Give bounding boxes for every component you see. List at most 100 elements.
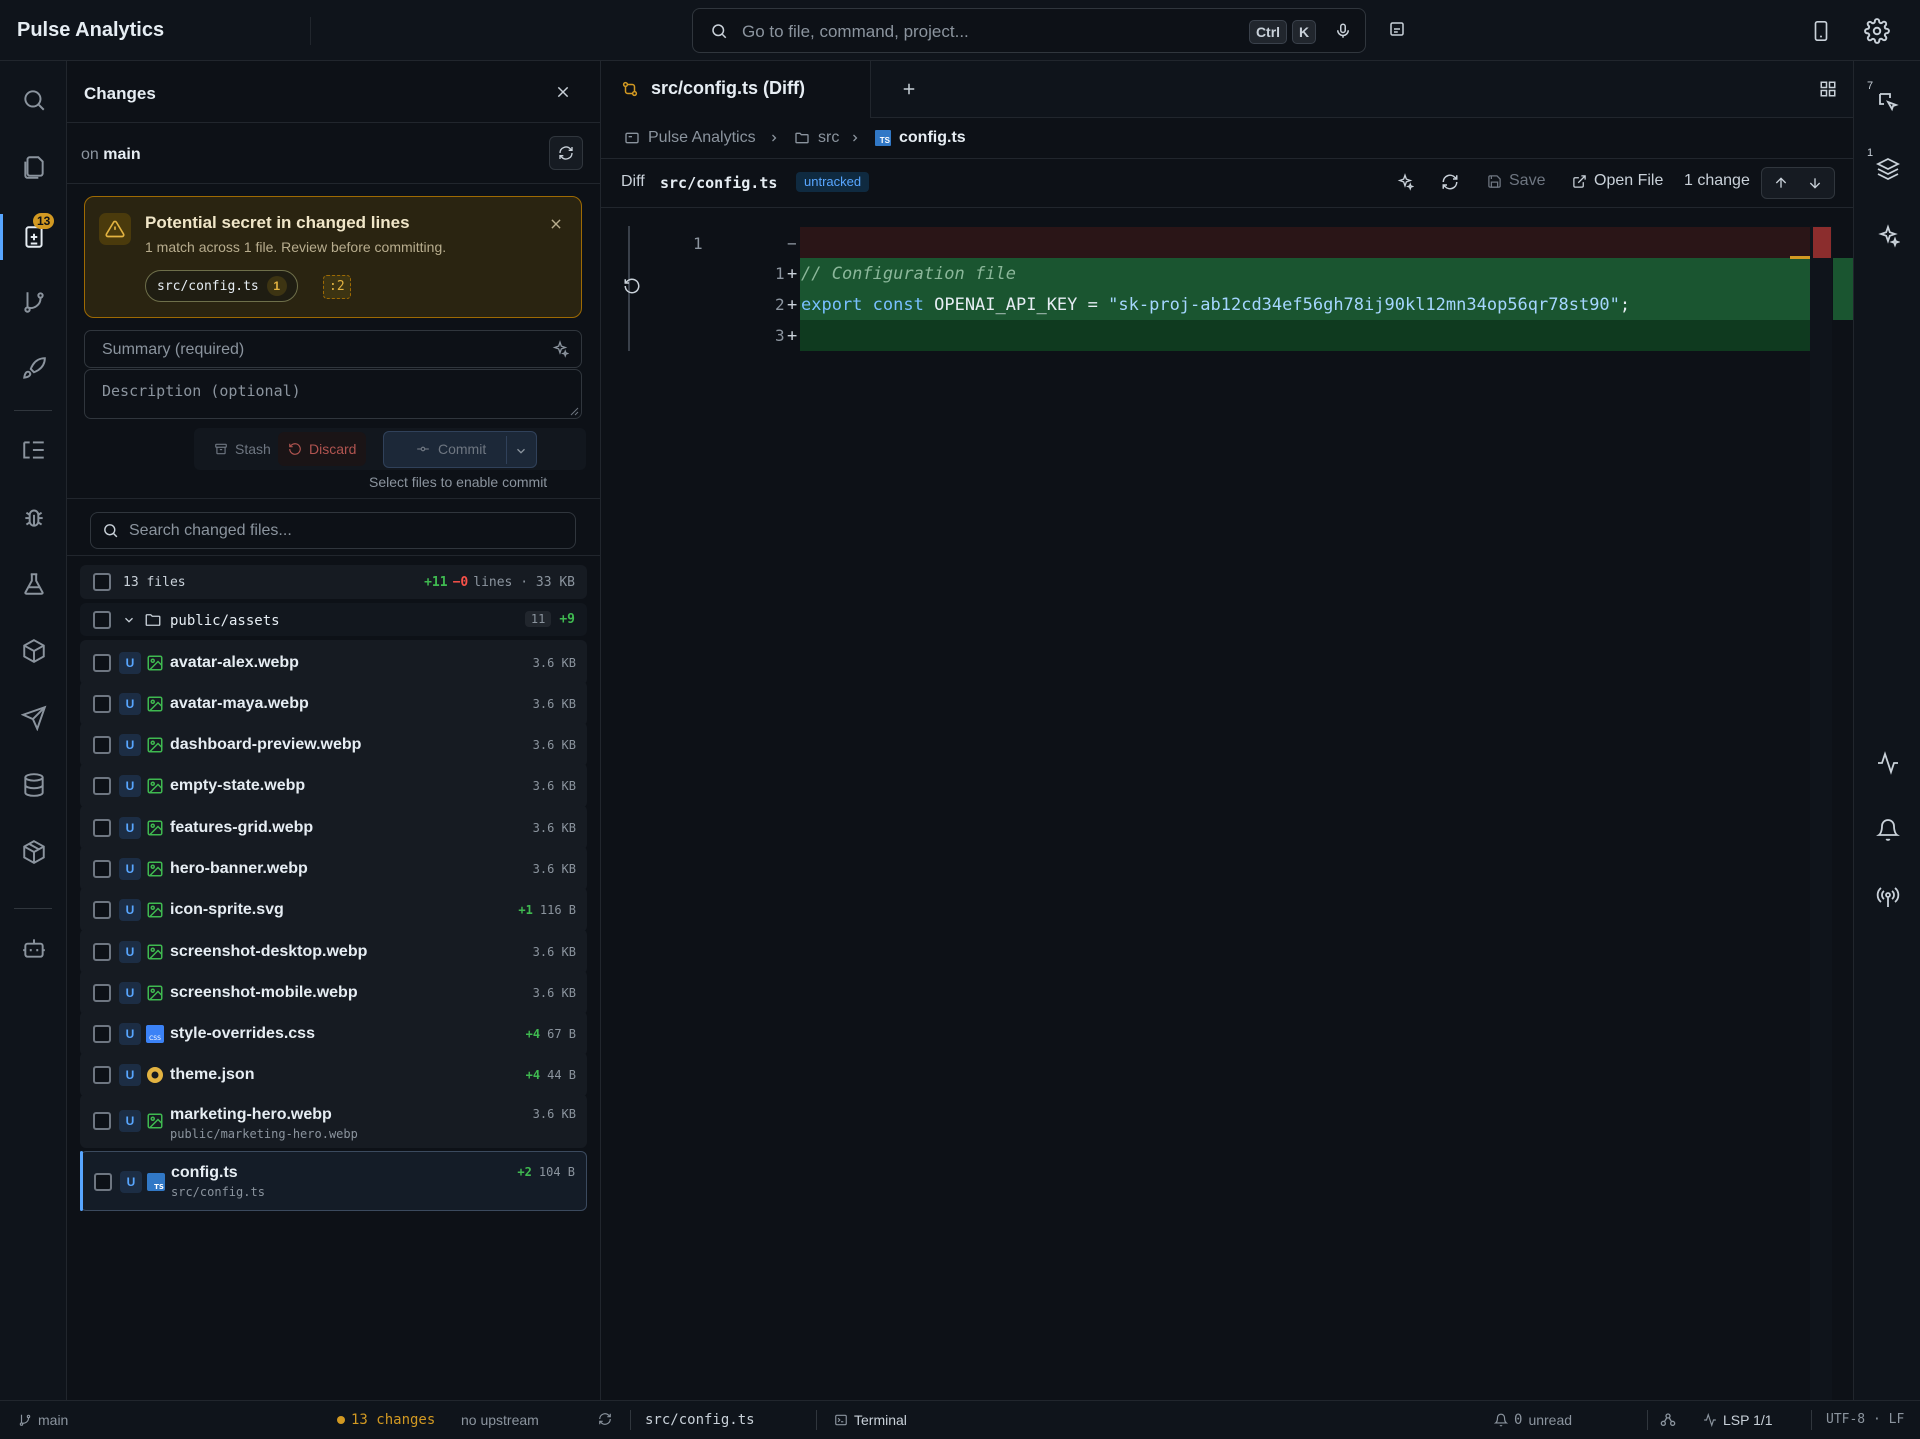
git-branch-icon[interactable] (18, 286, 50, 318)
file-row[interactable]: Uscreenshot-mobile.webp 3.6 KB (80, 970, 587, 1015)
plus-icon[interactable] (900, 80, 918, 98)
breadcrumb-project[interactable]: Pulse Analytics (624, 129, 756, 147)
chevron-right-icon (849, 132, 861, 144)
bug-icon[interactable] (18, 501, 50, 533)
file-row[interactable]: U TS config.ts src/config.ts +2 104 B (80, 1151, 587, 1211)
status-branch[interactable]: main (18, 1412, 68, 1428)
bell-icon[interactable] (1872, 814, 1904, 846)
file-checkbox[interactable] (93, 1025, 111, 1043)
send-icon[interactable] (18, 702, 50, 734)
typescript-file-icon: TS (875, 130, 891, 146)
file-row[interactable]: Uempty-state.webp 3.6 KB (80, 763, 587, 808)
tab-diff[interactable]: src/config.ts (Diff) (601, 61, 871, 118)
external-link-icon (1573, 174, 1586, 188)
preview-panel-icon[interactable] (1388, 20, 1406, 38)
mobile-device-icon[interactable] (1810, 18, 1832, 44)
summary-input[interactable]: Summary (required) (84, 330, 582, 368)
database-icon[interactable] (18, 769, 50, 801)
file-row[interactable]: Umarketing-hero.webp public/marketing-her… (80, 1094, 587, 1148)
file-row[interactable]: Uicon-sprite.svg +1 116 B (80, 887, 587, 932)
commit-button[interactable]: Commit (383, 431, 537, 468)
description-input[interactable]: Description (optional) (84, 369, 582, 419)
file-row[interactable]: Uscreenshot-desktop.webp 3.6 KB (80, 929, 587, 974)
file-row[interactable]: Uavatar-alex.webp 3.6 KB (80, 640, 587, 685)
arrow-down-icon[interactable] (1807, 175, 1823, 191)
status-lsp[interactable]: LSP 1/1 (1703, 1412, 1773, 1428)
file-checkbox[interactable] (93, 819, 111, 837)
minimap-scrollbar[interactable] (1810, 226, 1832, 1400)
lines-added: +4 (525, 1068, 541, 1082)
file-checkbox[interactable] (93, 1112, 111, 1130)
sparkle-icon[interactable] (1872, 220, 1904, 252)
secret-line-chip[interactable]: :2 (323, 275, 351, 299)
file-checkbox[interactable] (93, 695, 111, 713)
file-row[interactable]: U CSS style-overrides.css +4 67 B (80, 1011, 587, 1056)
refresh-icon[interactable] (1441, 173, 1459, 191)
open-file-button[interactable]: Open File (1572, 172, 1663, 190)
package-icon[interactable] (18, 635, 50, 667)
chevron-down-icon[interactable] (122, 613, 136, 627)
lines-size: lines · 33 KB (473, 575, 575, 590)
sparkle-icon[interactable] (551, 340, 569, 358)
file-row[interactable]: Uhero-banner.webp 3.6 KB (80, 846, 587, 891)
box-icon[interactable] (18, 836, 50, 868)
folder-checkbox[interactable] (93, 611, 111, 629)
save-button[interactable]: Save (1487, 172, 1545, 190)
sync-icon[interactable] (598, 1412, 612, 1426)
file-checkbox[interactable] (94, 1173, 112, 1191)
files-icon[interactable] (18, 151, 50, 183)
revert-hunk-icon[interactable] (623, 277, 641, 295)
file-checkbox[interactable] (93, 901, 111, 919)
file-meta: 3.6 KB (533, 945, 576, 959)
arrow-up-icon[interactable] (1773, 175, 1789, 191)
discard-button[interactable]: Discard (278, 432, 367, 466)
command-palette[interactable]: Go to file, command, project... Ctrl K (692, 8, 1366, 53)
warning-subtitle: 1 match across 1 file. Review before com… (145, 239, 447, 255)
file-checkbox[interactable] (93, 860, 111, 878)
resize-handle[interactable] (569, 406, 579, 416)
rocket-icon[interactable] (18, 353, 50, 385)
status-terminal[interactable]: Terminal (834, 1412, 907, 1428)
file-checkbox[interactable] (93, 777, 111, 795)
stash-button[interactable]: Stash (204, 432, 281, 466)
file-checkbox[interactable] (93, 984, 111, 1002)
flask-icon[interactable] (18, 568, 50, 600)
file-checkbox[interactable] (93, 654, 111, 672)
description-placeholder: Description (optional) (102, 382, 301, 400)
collaboration-icon[interactable] (1660, 1412, 1676, 1428)
status-file[interactable]: src/config.ts (645, 1412, 755, 1428)
chevron-down-icon[interactable] (514, 444, 528, 458)
search-icon[interactable] (18, 84, 50, 116)
microphone-icon[interactable] (1334, 21, 1352, 41)
breadcrumb-folder[interactable]: src (794, 129, 839, 147)
close-icon[interactable] (555, 84, 571, 100)
file-row[interactable]: Udashboard-preview.webp 3.6 KB (80, 722, 587, 767)
file-checkbox[interactable] (93, 943, 111, 961)
activity-pulse-icon[interactable] (1872, 747, 1904, 779)
bot-icon[interactable] (18, 932, 50, 964)
folder-row[interactable]: public/assets 11 +9 (80, 603, 587, 636)
file-row[interactable]: Utheme.json +4 44 B (80, 1052, 587, 1097)
broadcast-icon[interactable] (1872, 881, 1904, 913)
status-encoding[interactable]: UTF-8 · LF (1826, 1412, 1904, 1427)
status-changes[interactable]: 13 changes (337, 1412, 435, 1428)
secret-file-chip[interactable]: src/config.ts 1 (145, 270, 298, 302)
layout-grid-icon[interactable] (1819, 80, 1837, 98)
file-checkbox[interactable] (93, 1066, 111, 1084)
file-row[interactable]: Ufeatures-grid.webp 3.6 KB (80, 805, 587, 850)
file-row[interactable]: Uavatar-maya.webp 3.6 KB (80, 681, 587, 726)
image-file-icon (146, 860, 164, 878)
list-tree-icon[interactable] (18, 434, 50, 466)
file-checkbox[interactable] (93, 736, 111, 754)
breadcrumb-file[interactable]: TS config.ts (875, 129, 966, 147)
layers-icon[interactable] (1872, 153, 1904, 185)
refresh-button[interactable] (549, 136, 583, 170)
pointer-select-icon[interactable] (1872, 86, 1904, 118)
search-changed-files-input[interactable]: Search changed files... (90, 512, 576, 549)
gear-icon[interactable] (1864, 18, 1890, 44)
status-notifications[interactable]: 0 unread (1494, 1412, 1572, 1428)
close-icon[interactable] (549, 217, 563, 231)
status-badge: U (119, 817, 141, 839)
sparkle-icon[interactable] (1396, 173, 1414, 191)
select-all-checkbox[interactable] (93, 573, 111, 591)
